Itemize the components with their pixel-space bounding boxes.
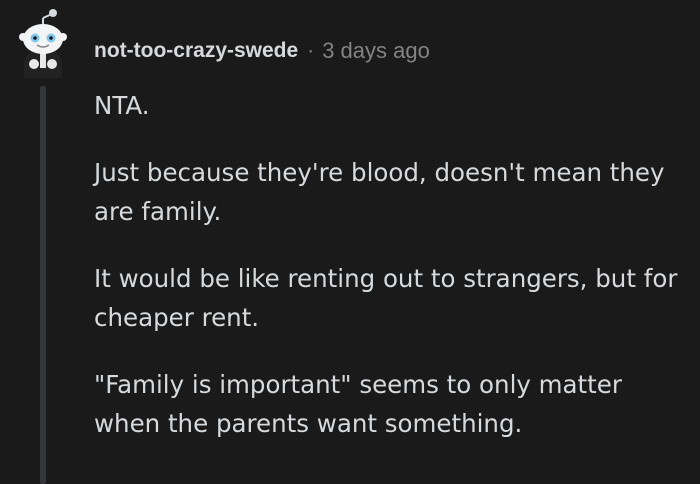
comment-paragraph: It would be like renting out to stranger… [94,264,678,332]
comment-body: NTA. Just because they're blood, doesn't… [94,86,684,471]
comment-timestamp[interactable]: 3 days ago [322,38,430,64]
comment-meta: not-too-crazy-swede · 3 days ago [94,34,430,68]
snoo-avatar-icon [19,9,67,78]
comment-card: not-too-crazy-swede · 3 days ago NTA. Ju… [0,0,700,484]
meta-separator: · [307,39,315,62]
comment-paragraph: Just because they're blood, doesn't mean… [94,158,665,226]
thread-collapse-line[interactable] [40,86,46,484]
comment-paragraph: NTA. [94,91,150,120]
comment-paragraph: "Family is important" seems to only matt… [94,370,622,438]
username-link[interactable]: not-too-crazy-swede [94,39,298,63]
user-avatar[interactable] [14,4,72,78]
